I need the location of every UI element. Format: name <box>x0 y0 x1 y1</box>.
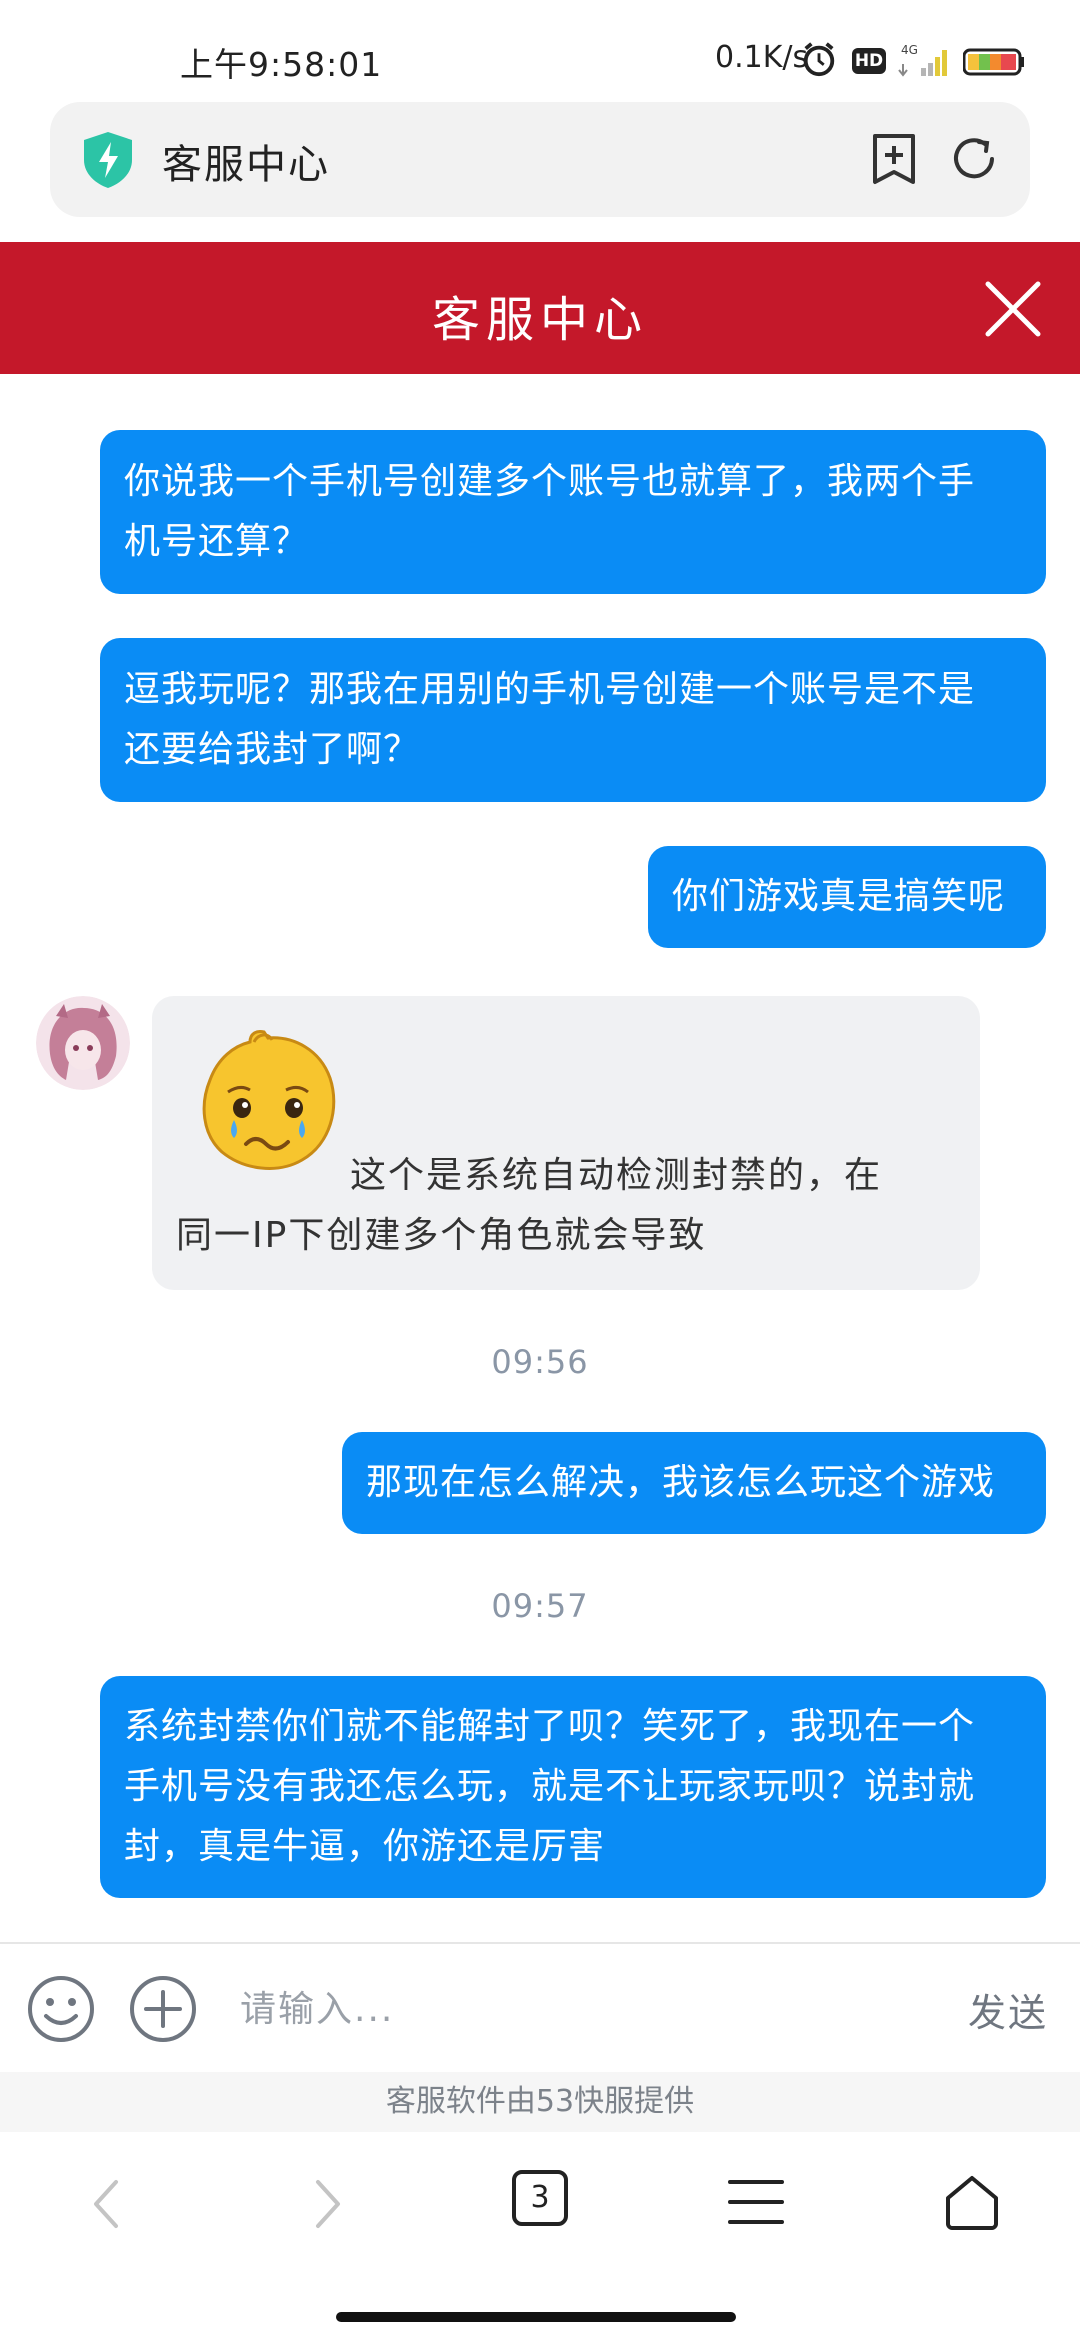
bookmark-add-icon[interactable] <box>865 130 923 188</box>
alarm-icon <box>803 42 835 77</box>
status-time: 上午9:58:01 <box>180 45 383 84</box>
message-line: 逗我玩呢？那我在用别的手机号创建一个账号是不是 <box>124 669 976 710</box>
message-timestamp: 09:57 <box>491 1587 589 1625</box>
message-line: 还要给我封了啊？ <box>124 729 421 770</box>
agent-avatar[interactable] <box>36 996 130 1090</box>
provider-credit: 客服软件由53快服提供 <box>0 2072 1080 2132</box>
forward-icon[interactable] <box>306 2176 350 2232</box>
shield-icon <box>84 132 132 188</box>
message-line: 同一IP下创建多个角色就会导致 <box>176 1215 707 1256</box>
message-line: 你说我一个手机号创建多个账号也就算了，我两个手 <box>124 461 976 502</box>
tabs-button[interactable]: 3 <box>512 2170 568 2226</box>
back-icon[interactable] <box>84 2176 128 2232</box>
network-speed: 0.1K/s <box>715 40 809 75</box>
outgoing-message: 那现在怎么解决，我该怎么玩这个游戏 <box>342 1432 1046 1534</box>
screen: 上午9:58:01 0.1K/s HD 4G 客服中心 客服中心 你说我一个手机… <box>0 0 1080 2340</box>
battery-icon <box>963 48 1024 76</box>
message-line: 封，真是牛逼，你游还是厉害 <box>124 1826 606 1867</box>
composer: 发送 <box>0 1942 1080 2074</box>
send-button[interactable]: 发送 <box>968 1982 1048 2037</box>
close-icon[interactable] <box>984 280 1042 338</box>
refresh-icon[interactable] <box>945 130 1003 188</box>
message-input[interactable] <box>238 1976 922 2042</box>
plus-icon[interactable] <box>128 1974 198 2044</box>
outgoing-message: 系统封禁你们就不能解封了呗？笑死了，我现在一个 手机号没有我还怎么玩，就是不让玩… <box>100 1676 1046 1898</box>
menu-icon[interactable] <box>728 2176 784 2228</box>
chat-header: 客服中心 <box>0 242 1080 374</box>
message-line: 这个是系统自动检测封禁的，在 <box>350 1155 883 1196</box>
browser-nav: 3 <box>0 2134 1080 2274</box>
message-line: 机号还算？ <box>124 521 310 562</box>
chat-header-title: 客服中心 <box>431 292 648 348</box>
outgoing-message: 逗我玩呢？那我在用别的手机号创建一个账号是不是 还要给我封了啊？ <box>100 638 1046 802</box>
message-timestamp: 09:56 <box>491 1343 589 1381</box>
outgoing-message: 你说我一个手机号创建多个账号也就算了，我两个手 机号还算？ <box>100 430 1046 594</box>
address-bar[interactable]: 客服中心 <box>50 102 1030 217</box>
network-type-label: 4G <box>901 43 918 57</box>
outgoing-message: 你们游戏真是搞笑呢 <box>648 846 1046 948</box>
gesture-bar[interactable] <box>336 2312 736 2322</box>
incoming-message: 这个是系统自动检测封禁的，在 同一IP下创建多个角色就会导致 <box>152 996 980 1290</box>
crying-face-icon <box>202 1030 336 1170</box>
home-icon[interactable] <box>942 2172 1002 2232</box>
message-line: 手机号没有我还怎么玩，就是不让玩家玩呗？说封就 <box>124 1766 976 1807</box>
emoji-icon[interactable] <box>26 1974 96 2044</box>
hd-badge: HD <box>852 48 886 74</box>
message-line: 系统封禁你们就不能解封了呗？笑死了，我现在一个 <box>124 1706 976 1747</box>
message-line: 你们游戏真是搞笑呢 <box>672 876 1006 917</box>
status-bar: 上午9:58:01 0.1K/s HD 4G <box>0 0 1080 100</box>
message-line: 那现在怎么解决，我该怎么玩这个游戏 <box>366 1462 996 1503</box>
page-title: 客服中心 <box>162 142 330 188</box>
signal-icon: 4G <box>898 43 947 77</box>
